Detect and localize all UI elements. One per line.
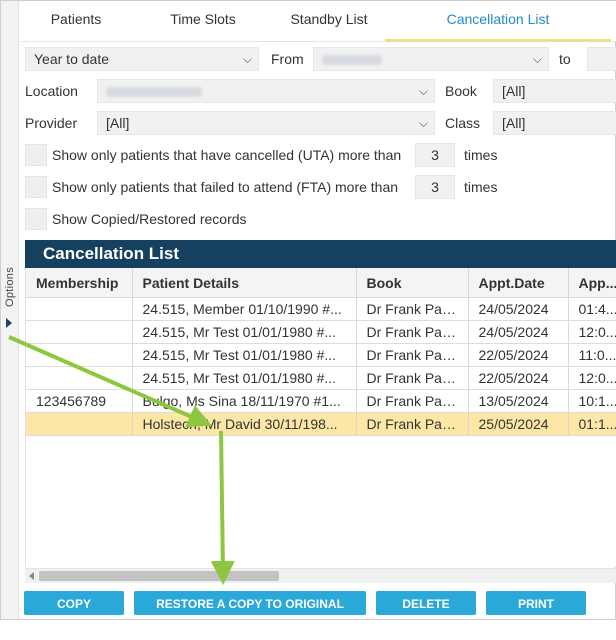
- to-label: to: [559, 51, 571, 67]
- table-row[interactable]: 123456789 Bulgo, Ms Sina 18/11/1970 #1...…: [26, 389, 616, 413]
- col-book[interactable]: Book: [356, 268, 469, 298]
- tab-patients[interactable]: Patients: [23, 1, 129, 39]
- cell-patient-details: 24.515, Mr Test 01/01/1980 #...: [132, 366, 357, 390]
- expand-options-icon[interactable]: [6, 318, 12, 328]
- cell-book: Dr Frank Pap...: [356, 343, 469, 367]
- chevron-down-icon: ⌵: [242, 52, 252, 66]
- from-label: From: [271, 51, 304, 67]
- cell-patient-details: 24.515, Mr Test 01/01/1980 #...: [132, 320, 357, 344]
- chevron-down-icon: ⌵: [532, 52, 542, 66]
- class-label: Class: [445, 115, 481, 131]
- table-body: 24.515, Member 01/10/1990 #... Dr Frank P…: [26, 297, 616, 436]
- uta-checkbox[interactable]: [25, 144, 47, 166]
- cell-membership: [26, 412, 133, 436]
- copied-restored-checkbox[interactable]: [25, 208, 47, 230]
- copy-button[interactable]: COPY: [24, 591, 124, 615]
- cancellation-list-window: Options Patients Time Slots Standby List…: [0, 0, 616, 635]
- cell-membership: [26, 320, 133, 344]
- cell-book: Dr Frank Pap...: [356, 297, 469, 321]
- options-rail[interactable]: Options: [1, 1, 19, 619]
- cell-patient-details: Holstech, Mr David 30/11/198...: [132, 412, 357, 436]
- provider-select[interactable]: [All] ⌵: [97, 111, 435, 135]
- cell-book: Dr Frank Pap...: [356, 412, 469, 436]
- book-select[interactable]: [All]: [493, 79, 616, 103]
- copied-restored-label: Show Copied/Restored records: [52, 211, 247, 227]
- cell-appt-date: 24/05/2024: [468, 320, 569, 344]
- print-button[interactable]: PRINT: [486, 591, 586, 615]
- uta-times-label: times: [464, 147, 498, 163]
- cancellation-grid: Membership Patient Details Book Appt.Dat…: [25, 268, 616, 567]
- cell-appt-time: 11:0...: [568, 343, 616, 367]
- cell-book: Dr Frank Pap...: [356, 366, 469, 390]
- cell-appt-time: 12:0...: [568, 320, 616, 344]
- cell-book: Dr Frank Pap...: [356, 389, 469, 413]
- table-row[interactable]: 24.515, Mr Test 01/01/1980 #... Dr Frank …: [26, 320, 616, 344]
- horizontal-scrollbar[interactable]: [25, 568, 616, 583]
- uta-count-input[interactable]: 3: [415, 143, 455, 167]
- tab-standby-list[interactable]: Standby List: [277, 1, 381, 39]
- table-row[interactable]: Holstech, Mr David 30/11/198... Dr Frank …: [26, 412, 616, 436]
- book-value: [All]: [502, 83, 526, 99]
- tab-time-slots[interactable]: Time Slots: [149, 1, 257, 39]
- redacted-date: [322, 55, 382, 66]
- cell-appt-date: 22/05/2024: [468, 366, 569, 390]
- table-row[interactable]: 24.515, Mr Test 01/01/1980 #... Dr Frank …: [26, 343, 616, 367]
- location-select[interactable]: ⌵: [97, 79, 435, 103]
- cell-membership: [26, 297, 133, 321]
- cell-membership: [26, 366, 133, 390]
- period-select[interactable]: Year to date ⌵: [25, 47, 259, 71]
- cell-membership: [26, 343, 133, 367]
- redacted-location: [106, 87, 202, 98]
- cancellation-list-title: Cancellation List: [25, 240, 616, 268]
- table-row[interactable]: 24.515, Member 01/10/1990 #... Dr Frank P…: [26, 297, 616, 321]
- cell-appt-time: 01:4...: [568, 297, 616, 321]
- restore-copy-button[interactable]: RESTORE A COPY TO ORIGINAL SLOT(S): [134, 591, 366, 635]
- provider-value: [All]: [106, 115, 130, 131]
- class-select[interactable]: [All]: [493, 111, 616, 135]
- cell-membership: 123456789: [26, 389, 133, 413]
- fta-label: Show only patients that failed to attend…: [52, 179, 399, 195]
- cell-appt-time: 01:1...: [568, 412, 616, 436]
- cell-appt-date: 13/05/2024: [468, 389, 569, 413]
- col-patient-details[interactable]: Patient Details: [132, 268, 357, 298]
- book-label: Book: [445, 83, 477, 99]
- delete-button[interactable]: DELETE: [376, 591, 476, 615]
- tab-cancellation-list[interactable]: Cancellation List: [385, 1, 611, 42]
- fta-count-input[interactable]: 3: [415, 175, 455, 199]
- fta-times-label: times: [464, 179, 498, 195]
- tab-bar: Patients Time Slots Standby List Cancell…: [21, 1, 616, 42]
- chevron-down-icon: ⌵: [418, 116, 428, 130]
- table-row[interactable]: 24.515, Mr Test 01/01/1980 #... Dr Frank …: [26, 366, 616, 390]
- cell-appt-date: 25/05/2024: [468, 412, 569, 436]
- class-value: [All]: [502, 115, 526, 131]
- scroll-left-icon[interactable]: [29, 572, 34, 580]
- col-appt-date[interactable]: Appt.Date: [468, 268, 569, 298]
- col-appt-time[interactable]: App...: [568, 268, 616, 298]
- cell-patient-details: 24.515, Member 01/10/1990 #...: [132, 297, 357, 321]
- chevron-down-icon: ⌵: [418, 84, 428, 98]
- cell-appt-date: 22/05/2024: [468, 343, 569, 367]
- cell-patient-details: 24.515, Mr Test 01/01/1980 #...: [132, 343, 357, 367]
- fta-checkbox[interactable]: [25, 176, 47, 198]
- cell-appt-date: 24/05/2024: [468, 297, 569, 321]
- uta-label: Show only patients that have cancelled (…: [52, 147, 402, 163]
- from-date-select[interactable]: ⌵: [313, 47, 549, 71]
- provider-label: Provider: [25, 115, 78, 131]
- header-row: Membership Patient Details Book Appt.Dat…: [26, 268, 616, 298]
- to-date-select[interactable]: [587, 47, 616, 71]
- scrollbar-thumb[interactable]: [39, 571, 279, 581]
- period-value: Year to date: [34, 51, 109, 67]
- cell-book: Dr Frank Pap...: [356, 320, 469, 344]
- cell-appt-time: 12:0...: [568, 366, 616, 390]
- cell-patient-details: Bulgo, Ms Sina 18/11/1970 #1...: [132, 389, 357, 413]
- col-membership[interactable]: Membership: [26, 268, 133, 298]
- cell-appt-time: 10:1...: [568, 389, 616, 413]
- options-label: Options: [4, 267, 16, 308]
- cancellation-table: Membership Patient Details Book Appt.Dat…: [26, 268, 616, 436]
- location-label: Location: [25, 83, 78, 99]
